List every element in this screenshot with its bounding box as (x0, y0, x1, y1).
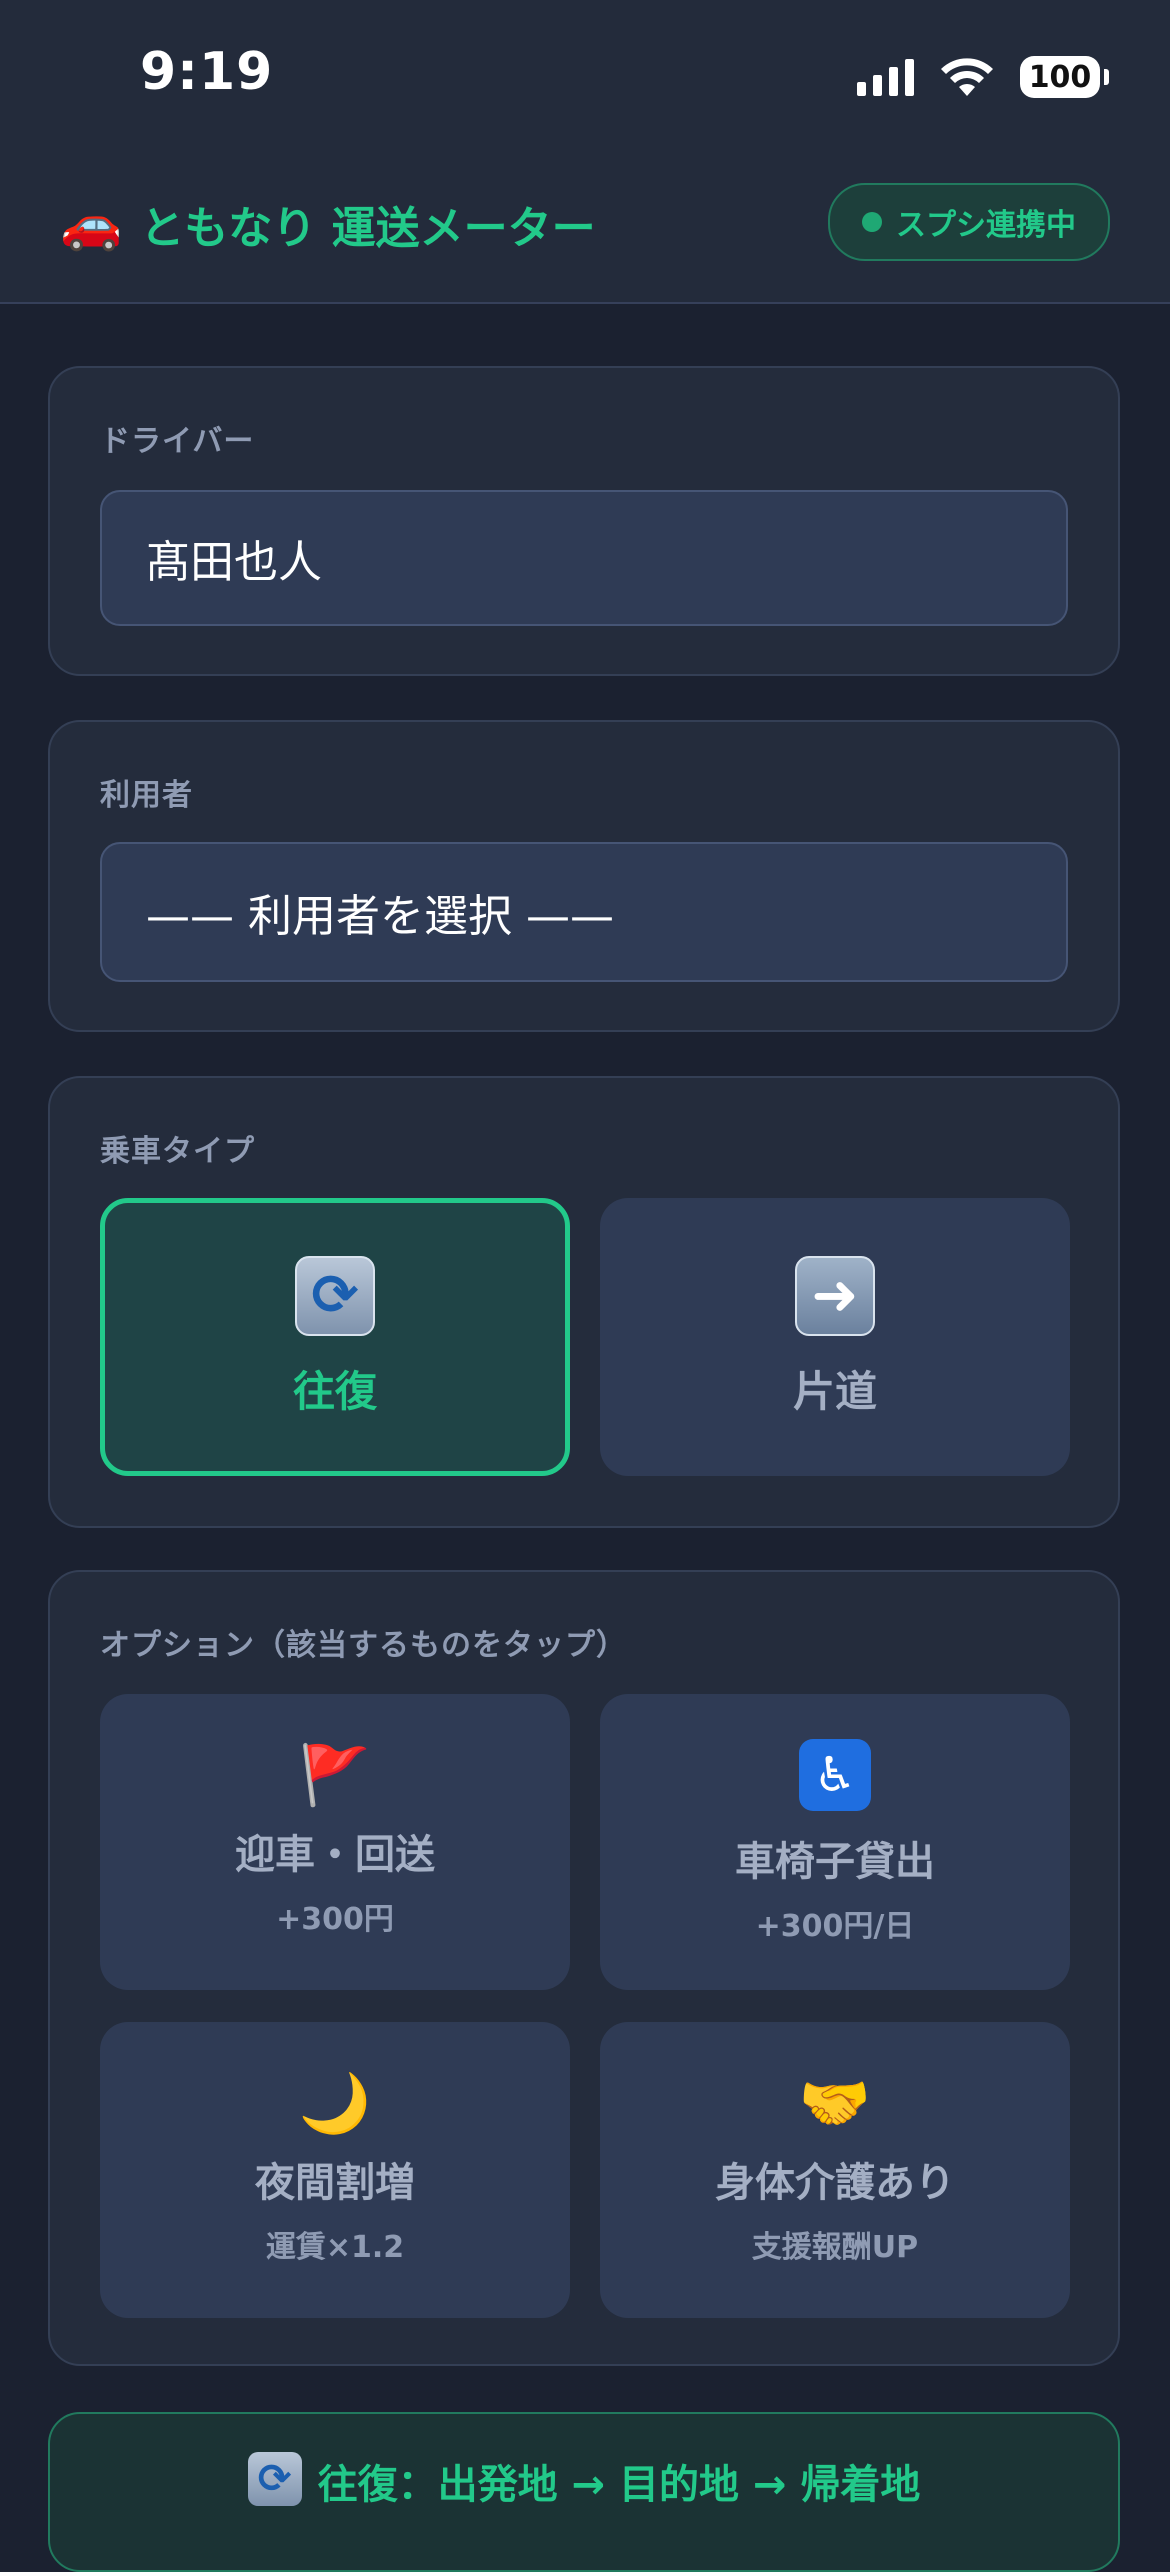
driver-card: ドライバー 髙田也人 (48, 366, 1120, 676)
handshake-icon: 🤝 (798, 2069, 872, 2137)
sync-status-badge: スプシ連携中 (828, 183, 1110, 261)
route-text: 往復：出発地 → 目的地 → 帰着地 (317, 2462, 921, 2508)
option-label: 夜間割増 (255, 2160, 415, 2206)
app-header: 🚗 ともなり 運送メーター スプシ連携中 (0, 150, 1170, 304)
round-trip-icon: ⟳ (247, 2452, 302, 2506)
wheelchair-icon: ♿ (799, 1739, 871, 1811)
status-dot-icon (862, 212, 882, 232)
app-title: 🚗 ともなり 運送メーター (60, 192, 596, 256)
status-bar: 9:19 100 (0, 0, 1170, 150)
option-wheelchair-rental[interactable]: ♿ 車椅子貸出 +300円/日 (600, 1694, 1070, 1990)
one-way-label: 片道 (792, 1366, 877, 1416)
driver-value: 髙田也人 (146, 537, 322, 588)
option-label: 車椅子貸出 (735, 1839, 935, 1885)
user-select[interactable]: —— 利用者を選択 —— (100, 842, 1068, 982)
option-price: +300円 (276, 1902, 394, 1937)
sync-status-label: スプシ連携中 (896, 208, 1076, 243)
user-label: 利用者 (100, 778, 193, 813)
right-arrow-icon: ➜ (795, 1255, 875, 1336)
battery-level: 100 (1028, 59, 1092, 95)
option-label: 迎車・回送 (235, 1832, 435, 1878)
user-value: —— 利用者を選択 —— (146, 891, 614, 942)
option-price: 運賃×1.2 (265, 2230, 405, 2265)
moon-icon: 🌙 (298, 2069, 372, 2137)
option-price: +300円/日 (755, 1909, 915, 1944)
route-banner: ⟳ 往復：出発地 → 目的地 → 帰着地 (48, 2412, 1120, 2572)
round-trip-label: 往復 (292, 1366, 377, 1416)
driver-label: ドライバー (100, 424, 255, 459)
ride-type-round-trip[interactable]: ⟳ 往復 (100, 1198, 570, 1476)
flag-icon: 🚩 (298, 1741, 372, 1809)
ride-type-one-way[interactable]: ➜ 片道 (600, 1198, 1070, 1476)
status-icons: 100 (857, 52, 1109, 102)
app-title-text: ともなり 運送メーター (140, 203, 596, 254)
option-label: 身体介護あり (715, 2160, 955, 2206)
driver-select[interactable]: 髙田也人 (100, 490, 1068, 626)
car-icon: 🚗 (60, 194, 123, 253)
option-pickup-return[interactable]: 🚩 迎車・回送 +300円 (100, 1694, 570, 1990)
option-night-surcharge[interactable]: 🌙 夜間割増 運賃×1.2 (100, 2022, 570, 2318)
options-label: オプション（該当するものをタップ） (100, 1628, 627, 1663)
battery-icon: 100 (1020, 56, 1109, 98)
wifi-icon (941, 58, 993, 96)
option-price: 支援報酬UP (751, 2230, 919, 2265)
round-trip-icon: ⟳ (295, 1255, 375, 1336)
options-card: オプション（該当するものをタップ） 🚩 迎車・回送 +300円 ♿ 車椅子貸出 … (48, 1570, 1120, 2366)
user-card: 利用者 —— 利用者を選択 —— (48, 720, 1120, 1032)
ride-type-card: 乗車タイプ ⟳ 往復 ➜ 片道 (48, 1076, 1120, 1528)
signal-icon (857, 58, 914, 96)
ride-type-label: 乗車タイプ (100, 1134, 255, 1169)
status-time: 9:19 (140, 42, 274, 102)
option-physical-care[interactable]: 🤝 身体介護あり 支援報酬UP (600, 2022, 1070, 2318)
